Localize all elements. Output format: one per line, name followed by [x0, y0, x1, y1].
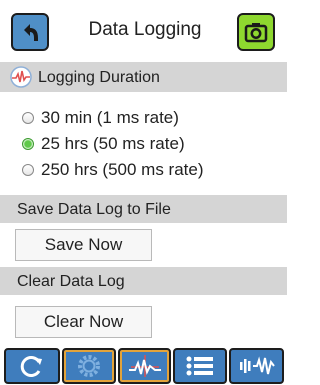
top-bar: Data Logging: [0, 0, 287, 62]
save-data-log-header: Save Data Log to File: [0, 195, 287, 223]
radio-label: 250 hrs (500 ms rate): [41, 160, 204, 179]
radio-button[interactable]: [22, 112, 34, 124]
radio-label: 25 hrs (50 ms rate): [41, 134, 185, 153]
page-title: Data Logging: [88, 19, 202, 40]
clear-now-button[interactable]: Clear Now: [15, 306, 152, 338]
radio-option-30min[interactable]: 30 min (1 ms rate): [22, 107, 179, 129]
audio-waveform-icon: [239, 356, 275, 375]
radio-label: 30 min (1 ms rate): [41, 108, 179, 127]
save-data-log-label: Save Data Log to File: [17, 201, 171, 218]
settings-gear-icon: [78, 355, 100, 377]
tab-audio-waveform[interactable]: [229, 348, 284, 384]
camera-icon: [244, 23, 268, 43]
logging-duration-label: Logging Duration: [38, 69, 160, 86]
tab-list-menu[interactable]: [173, 348, 227, 384]
camera-button[interactable]: [237, 13, 275, 51]
radio-button[interactable]: [22, 164, 34, 176]
tab-settings[interactable]: [62, 348, 116, 384]
tab-refresh[interactable]: [4, 348, 60, 384]
waveform-cursor-icon: [128, 355, 161, 377]
back-arrow-icon: [24, 24, 38, 41]
list-menu-icon: [186, 356, 213, 376]
waveform-icon: [10, 66, 32, 88]
back-button[interactable]: [11, 13, 49, 51]
clear-data-log-label: Clear Data Log: [17, 273, 125, 290]
radio-button-selected[interactable]: [22, 138, 34, 150]
refresh-icon: [20, 356, 42, 377]
save-now-button[interactable]: Save Now: [15, 229, 152, 261]
tab-waveform-cursor[interactable]: [118, 348, 171, 384]
bottom-tab-bar: [0, 346, 287, 385]
radio-option-25hrs[interactable]: 25 hrs (50 ms rate): [22, 133, 185, 155]
clear-data-log-header: Clear Data Log: [0, 267, 287, 295]
logging-duration-header: Logging Duration: [0, 62, 287, 92]
radio-option-250hrs[interactable]: 250 hrs (500 ms rate): [22, 159, 204, 181]
